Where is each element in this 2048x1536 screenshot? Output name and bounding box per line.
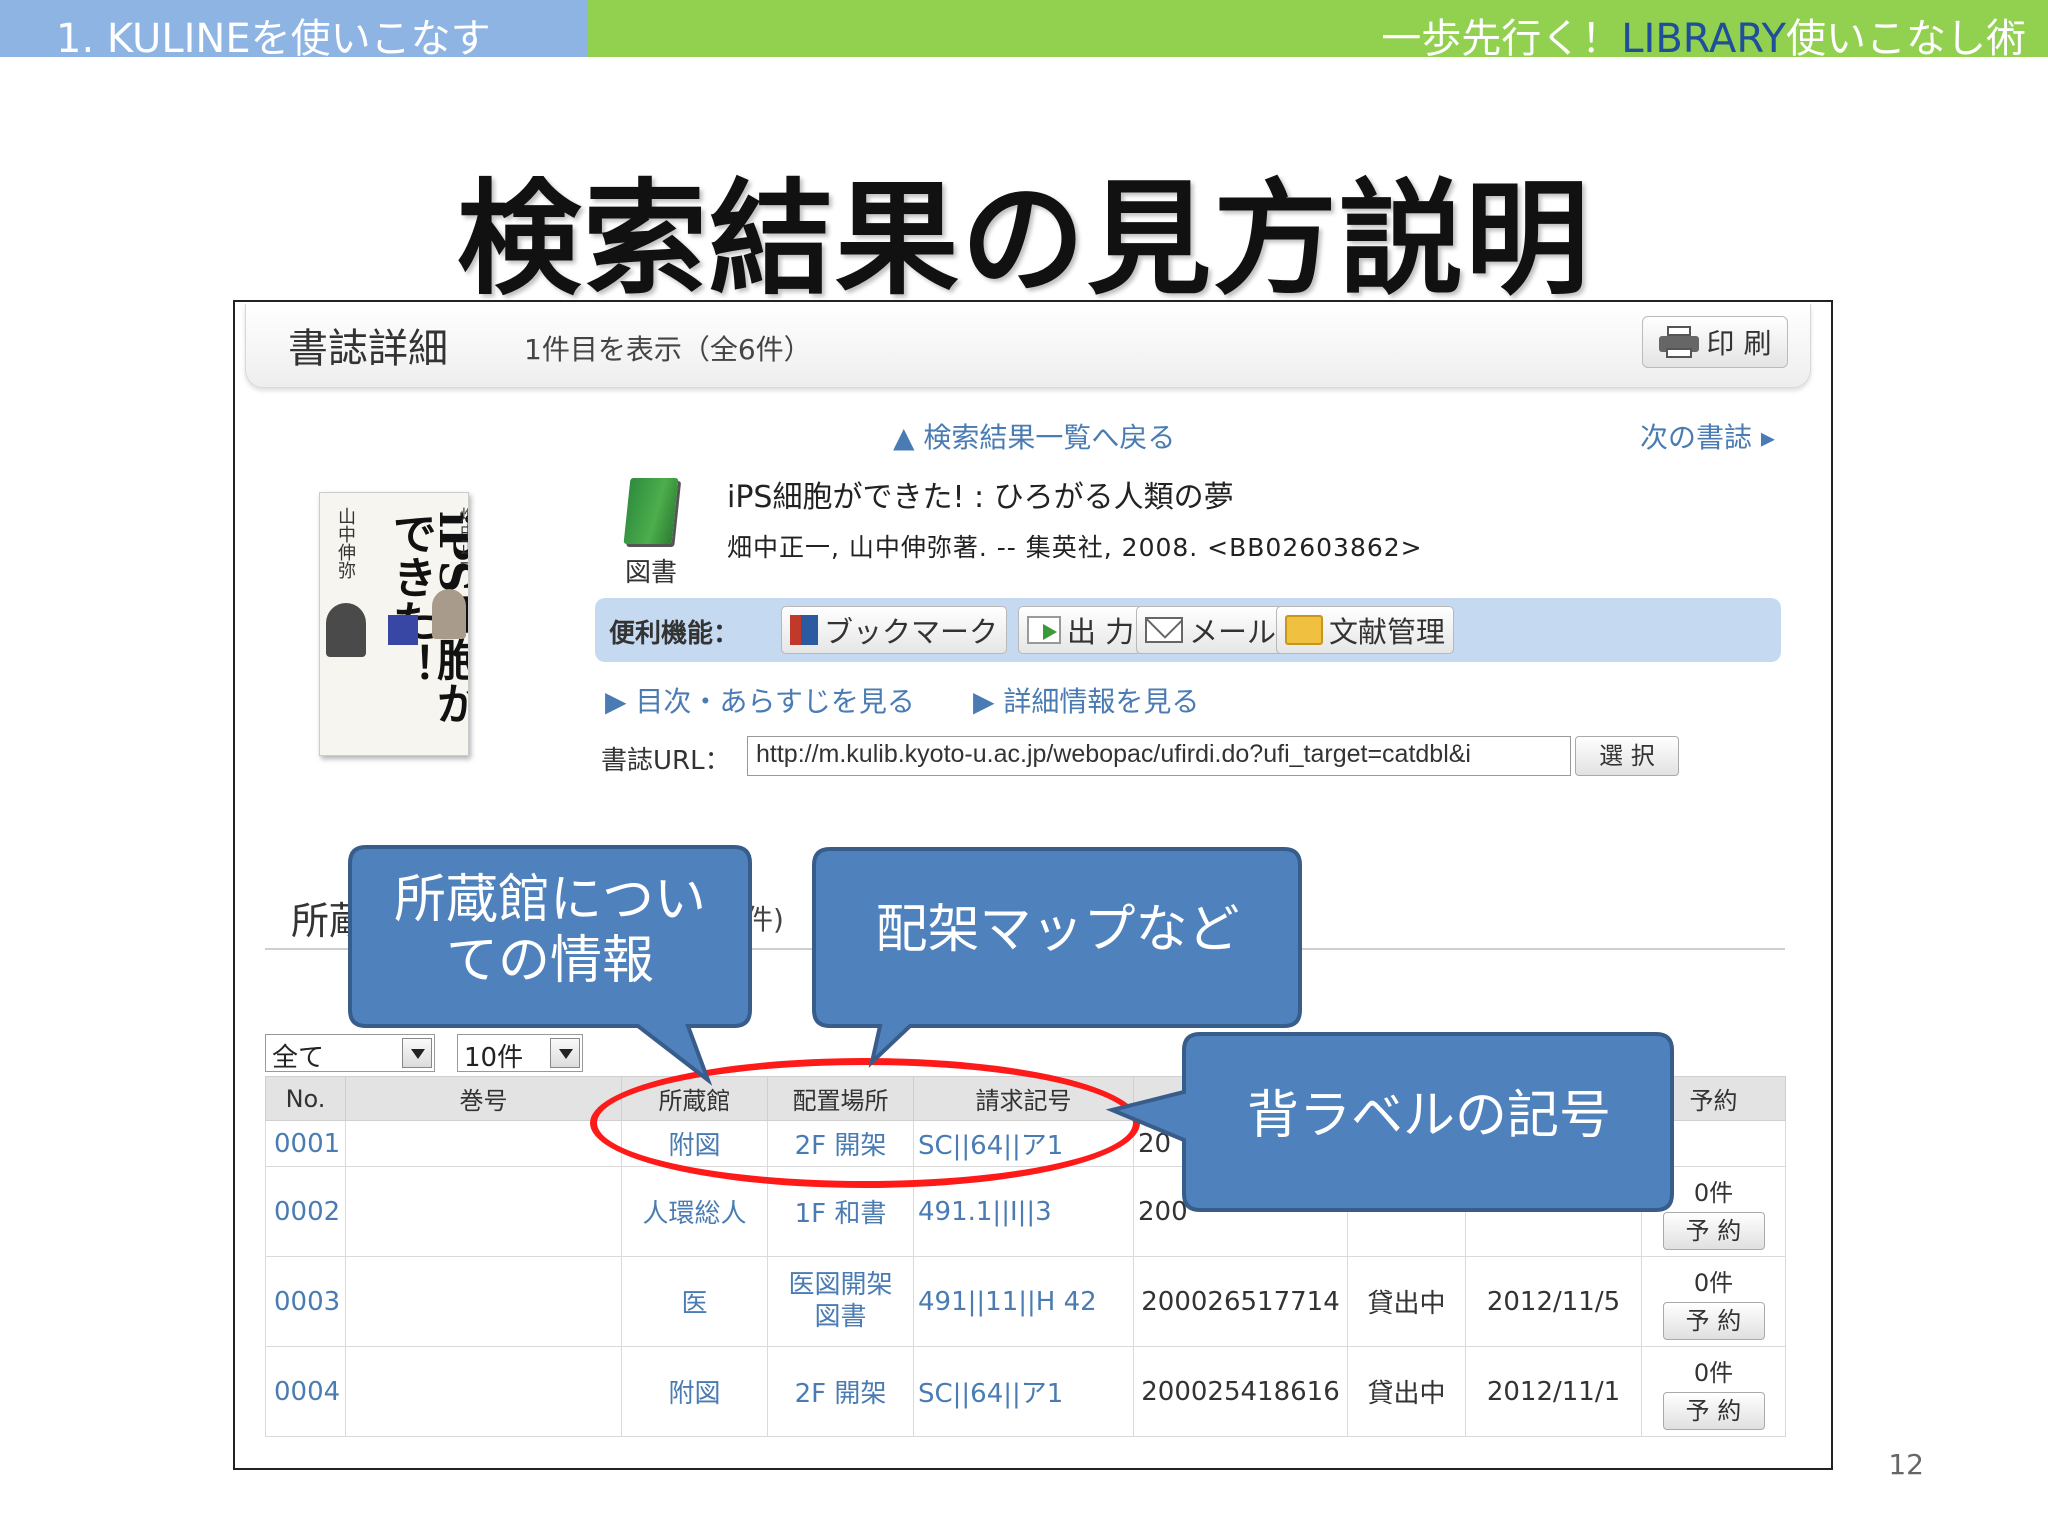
callout-library-info-text: 所蔵館につい ての情報 [360, 870, 740, 993]
callout-shelf-map-text: 配架マップなど [875, 900, 1240, 960]
callout-library-info-line1: 所蔵館につい [393, 870, 706, 930]
page-number: 12 [1888, 1448, 1924, 1481]
callout-spine-label-text: 背ラベルの記号 [1246, 1086, 1611, 1146]
callout-layer [348, 845, 1674, 1212]
callout-library-info-line2: ての情報 [445, 931, 654, 992]
